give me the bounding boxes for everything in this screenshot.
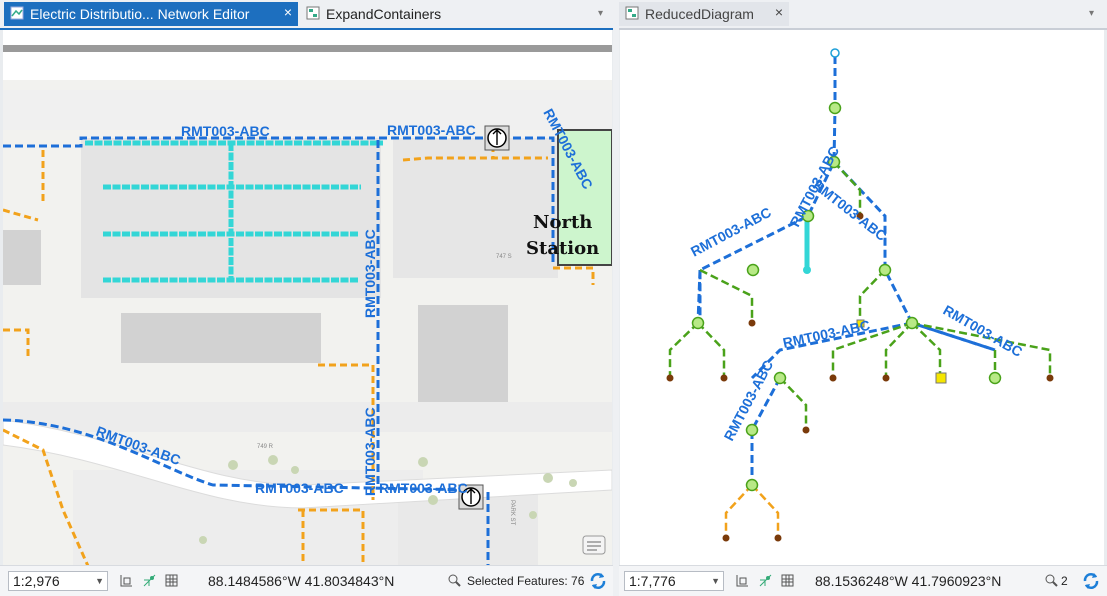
diagram-icon	[306, 6, 320, 20]
scale-dropdown[interactable]: 1:7,776 ▼	[624, 571, 724, 591]
map-line-label: RMT003-ABC	[255, 480, 344, 496]
selected-end-node[interactable]	[803, 266, 811, 274]
right-tab-strip: ReducedDiagram × ▾	[619, 0, 1107, 30]
diagram-canvas[interactable]: RMT003-ABC RMT003-ABC RMT003-ABC RMT003-…	[620, 30, 1104, 566]
selection-zoom-icon[interactable]	[1045, 574, 1058, 587]
chevron-down-icon: ▼	[711, 576, 720, 586]
table-icon[interactable]	[165, 574, 178, 587]
map-canvas[interactable]: RMT003-ABC RMT003-ABC RMT003-ABC RMT003-…	[3, 30, 612, 566]
left-tab-strip: Electric Distributio... Network Editor ×…	[0, 0, 613, 30]
snapping-icon[interactable]	[143, 574, 156, 587]
selected-features-count[interactable]: 2	[1061, 574, 1068, 588]
street-address: 747 S	[496, 254, 512, 260]
right-status-bar: 1:7,776 ▼ 88.1536248°W 41.7960923°N 2	[619, 565, 1107, 596]
diagram-secondary-edges[interactable]	[668, 161, 1052, 430]
tab-reduced-diagram[interactable]: ReducedDiagram ×	[619, 2, 789, 26]
snapping-icon[interactable]	[759, 574, 772, 587]
tab-label: ReducedDiagram	[645, 6, 754, 22]
selected-features-count[interactable]: Selected Features: 76	[467, 574, 584, 588]
street-address: 749 R	[257, 444, 274, 450]
close-icon[interactable]: ×	[284, 4, 292, 20]
tab-label: ExpandContainers	[326, 6, 442, 22]
tab-expand-containers[interactable]: ExpandContainers	[300, 2, 500, 26]
refresh-icon[interactable]	[1082, 572, 1100, 590]
selection-zoom-icon[interactable]	[448, 574, 461, 587]
diagram-orange-edges[interactable]	[724, 484, 780, 538]
map-pane: Electric Distributio... Network Editor ×…	[0, 0, 613, 596]
diagram-edge-label: RMT003-ABC	[781, 317, 871, 351]
diagram-edge-label: RMT003-ABC	[688, 204, 774, 260]
map-tip-icon[interactable]	[582, 535, 606, 555]
grid-snap-icon[interactable]	[736, 574, 749, 587]
grid-snap-icon[interactable]	[120, 574, 133, 587]
map-line-label: RMT003-ABC	[387, 122, 476, 138]
station-label-line2: Station	[526, 238, 599, 259]
tab-network-editor[interactable]: Electric Distributio... Network Editor ×	[4, 2, 298, 26]
scale-value: 1:2,976	[13, 573, 60, 589]
scale-dropdown[interactable]: 1:2,976 ▼	[8, 571, 108, 591]
chevron-down-icon: ▼	[95, 576, 104, 586]
map-line-label: RMT003-ABC	[362, 229, 378, 318]
tab-label: Electric Distributio... Network Editor	[30, 6, 250, 22]
map-line-label: RMT003-ABC	[181, 123, 270, 139]
map-line-label: RMT003-ABC	[362, 407, 378, 496]
chevron-down-icon[interactable]: ▾	[1089, 8, 1094, 19]
coordinates-readout: 88.1484586°W 41.8034843°N	[208, 573, 395, 589]
left-status-bar: 1:2,976 ▼ 88.1484586°W 41.8034843°N Sele…	[0, 565, 613, 596]
diagram-nodes[interactable]	[666, 48, 1054, 542]
diagram-icon	[625, 6, 639, 20]
station-label-line1: North	[533, 212, 592, 233]
coordinates-readout: 88.1536248°W 41.7960923°N	[815, 573, 1002, 589]
diagram-view[interactable]: RMT003-ABC RMT003-ABC RMT003-ABC RMT003-…	[620, 30, 1104, 566]
refresh-icon[interactable]	[589, 572, 607, 590]
street-name: PARK ST	[509, 500, 515, 526]
diagram-pane: ReducedDiagram × ▾ RMT003-ABC RMT003-ABC…	[619, 0, 1107, 596]
map-line-label: RMT003-ABC	[379, 480, 468, 496]
chevron-down-icon[interactable]: ▾	[598, 8, 603, 19]
close-icon[interactable]: ×	[775, 4, 783, 20]
switch-symbol[interactable]	[484, 125, 510, 151]
table-icon[interactable]	[781, 574, 794, 587]
scale-value: 1:7,776	[629, 573, 676, 589]
map-icon	[10, 6, 24, 20]
map-view[interactable]: RMT003-ABC RMT003-ABC RMT003-ABC RMT003-…	[3, 30, 612, 566]
